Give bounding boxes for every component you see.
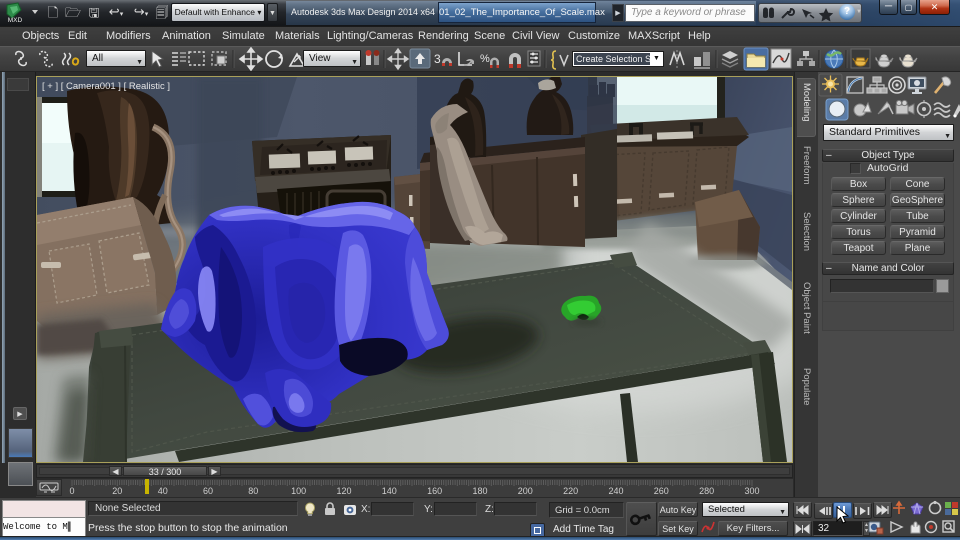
svg-text:20: 20 <box>112 486 122 496</box>
svg-text:300: 300 <box>744 486 759 496</box>
svg-text:120: 120 <box>336 486 351 496</box>
svg-text:140: 140 <box>382 486 397 496</box>
svg-text:280: 280 <box>699 486 714 496</box>
svg-text:240: 240 <box>608 486 623 496</box>
svg-text:60: 60 <box>203 486 213 496</box>
svg-text:%: % <box>480 53 490 65</box>
svg-text:220: 220 <box>563 486 578 496</box>
svg-text:0: 0 <box>69 486 74 496</box>
svg-text:160: 160 <box>427 486 442 496</box>
svg-text:3: 3 <box>434 52 441 66</box>
svg-text:100: 100 <box>291 486 306 496</box>
svg-text:180: 180 <box>472 486 487 496</box>
svg-text:[ + ] [ Camera001 ] [ Realisti: [ + ] [ Camera001 ] [ Realistic ] <box>42 81 170 92</box>
svg-text:80: 80 <box>248 486 258 496</box>
svg-text:200: 200 <box>518 486 533 496</box>
svg-text:MXD: MXD <box>8 17 23 24</box>
svg-text:40: 40 <box>158 486 168 496</box>
svg-text:260: 260 <box>654 486 669 496</box>
